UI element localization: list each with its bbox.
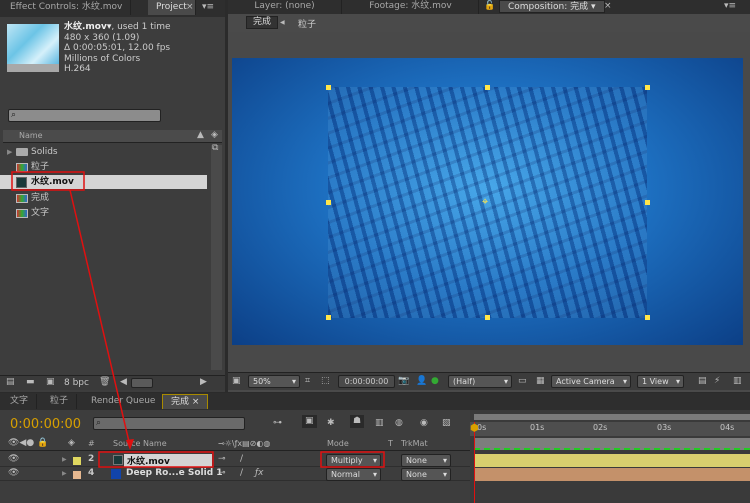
annotation-overlay (11, 171, 385, 468)
annotation-box-blend-mode (320, 451, 385, 468)
annotation-arrowhead (126, 439, 134, 450)
annotation-box-project-item (11, 171, 85, 191)
annotation-arrow (69, 189, 131, 447)
annotation-box-layer-name (98, 451, 214, 468)
